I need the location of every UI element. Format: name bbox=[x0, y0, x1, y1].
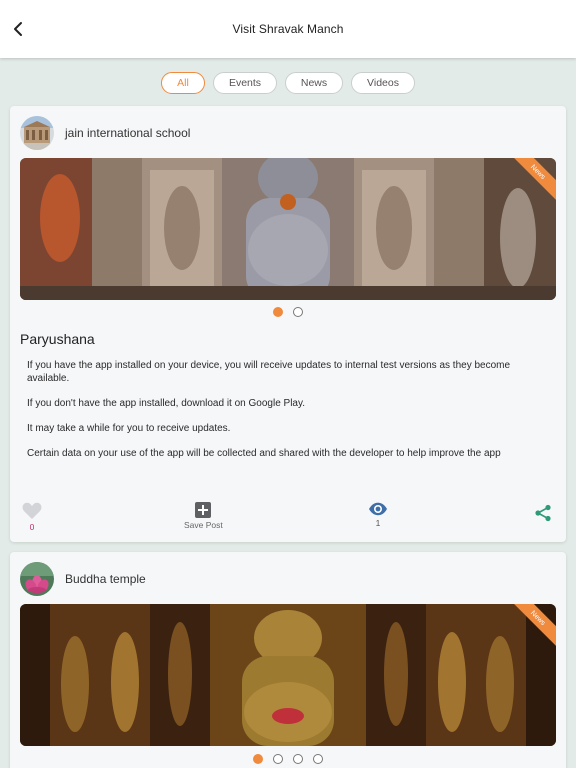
carousel-dot[interactable] bbox=[293, 307, 303, 317]
carousel-indicator bbox=[10, 307, 566, 317]
save-post-button[interactable]: Save Post bbox=[184, 502, 223, 530]
carousel-dot[interactable] bbox=[253, 754, 263, 764]
filter-chip-news[interactable]: News bbox=[285, 72, 343, 94]
app-bar: Visit Shravak Manch bbox=[0, 0, 576, 58]
like-count: 0 bbox=[29, 522, 35, 532]
post-body: If you have the app installed on your de… bbox=[27, 359, 547, 472]
page-title: Visit Shravak Manch bbox=[232, 22, 344, 36]
filter-chips: All Events News Videos bbox=[0, 72, 576, 94]
post-paragraph: It may take a while for you to receive u… bbox=[27, 423, 231, 434]
back-button[interactable] bbox=[6, 17, 30, 41]
post-header: jain international school bbox=[20, 116, 190, 150]
post-paragraph: If you don't have the app installed, dow… bbox=[27, 398, 306, 409]
avatar[interactable] bbox=[20, 116, 54, 150]
avatar[interactable] bbox=[20, 562, 54, 596]
post-paragraph: If you have the app installed on your de… bbox=[27, 360, 511, 384]
post-title: Paryushana bbox=[20, 331, 95, 347]
post-actions: 0 Save Post 1 bbox=[10, 502, 566, 536]
post-card: jain international school News Paryushan… bbox=[10, 106, 566, 542]
post-paragraph: Certain data on your use of the app will… bbox=[27, 448, 501, 459]
heart-icon bbox=[22, 502, 42, 519]
like-button[interactable]: 0 bbox=[22, 502, 42, 532]
post-author[interactable]: Buddha temple bbox=[65, 572, 146, 586]
carousel-dot[interactable] bbox=[313, 754, 323, 764]
filter-chip-videos[interactable]: Videos bbox=[351, 72, 415, 94]
save-post-label: Save Post bbox=[184, 520, 223, 530]
eye-icon bbox=[369, 502, 387, 516]
post-author[interactable]: jain international school bbox=[65, 126, 190, 140]
add-box-icon bbox=[195, 502, 212, 518]
filter-chip-all[interactable]: All bbox=[161, 72, 205, 94]
carousel-dot[interactable] bbox=[273, 307, 283, 317]
post-card: Buddha temple News bbox=[10, 552, 566, 768]
carousel-dot[interactable] bbox=[273, 754, 283, 764]
chevron-left-icon bbox=[14, 22, 22, 36]
view-count: 1 bbox=[375, 518, 381, 528]
share-icon bbox=[535, 504, 551, 522]
post-image[interactable]: News bbox=[20, 604, 556, 746]
filter-chip-events[interactable]: Events bbox=[213, 72, 277, 94]
views-indicator: 1 bbox=[368, 502, 388, 528]
share-button[interactable] bbox=[534, 504, 552, 522]
carousel-dot[interactable] bbox=[293, 754, 303, 764]
post-header: Buddha temple bbox=[20, 562, 146, 596]
post-image[interactable]: News bbox=[20, 158, 556, 300]
carousel-indicator bbox=[10, 754, 566, 764]
